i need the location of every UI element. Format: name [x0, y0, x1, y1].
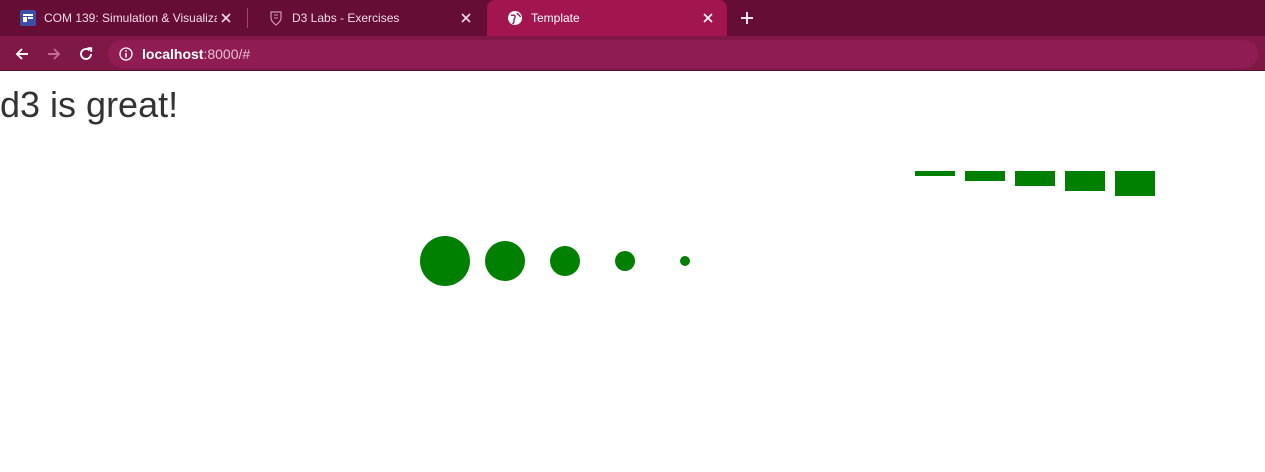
tab-title: Template: [531, 11, 580, 25]
browser-toolbar: localhost:8000/#: [0, 36, 1265, 71]
page-content: d3 is great!: [0, 71, 1265, 472]
circle-4: [615, 251, 635, 271]
new-tab-button[interactable]: [737, 8, 757, 28]
circle-1: [420, 236, 470, 286]
url-host: localhost: [142, 46, 204, 62]
tab-com139[interactable]: COM 139: Simulation & Visualization: [0, 0, 245, 36]
reload-icon: [80, 47, 93, 60]
info-icon[interactable]: [118, 46, 134, 62]
rect-3: [1015, 171, 1055, 186]
tab-template[interactable]: Template: [487, 0, 727, 36]
circle-2: [485, 241, 525, 281]
arrow-right-icon: [48, 48, 61, 60]
back-button[interactable]: [10, 42, 34, 66]
tab-strip: COM 139: Simulation & Visualization D3 L…: [0, 0, 1265, 36]
forward-button[interactable]: [42, 42, 66, 66]
arrow-left-icon: [15, 48, 28, 60]
d3-visualization: [420, 171, 1155, 286]
address-bar[interactable]: localhost:8000/#: [108, 40, 1258, 68]
url-path: :8000/#: [203, 46, 251, 62]
url-text[interactable]: localhost:8000/#: [142, 46, 250, 62]
rect-5: [1115, 171, 1155, 196]
close-icon[interactable]: [457, 9, 475, 27]
circle-5: [680, 256, 690, 266]
rect-1: [915, 171, 955, 176]
close-icon[interactable]: [699, 9, 717, 27]
close-icon[interactable]: [217, 9, 235, 27]
rect-2: [965, 171, 1005, 181]
tab-title: D3 Labs - Exercises: [292, 11, 400, 25]
circle-3: [550, 246, 580, 276]
rect-4: [1065, 171, 1105, 191]
tab-d3-labs[interactable]: D3 Labs - Exercises: [248, 0, 485, 36]
reload-button[interactable]: [74, 42, 98, 66]
tab-title: COM 139: Simulation & Visualization: [44, 11, 217, 25]
crest-icon: [268, 10, 284, 26]
globe-icon: [507, 10, 523, 26]
calendar-app-icon: [20, 10, 36, 26]
